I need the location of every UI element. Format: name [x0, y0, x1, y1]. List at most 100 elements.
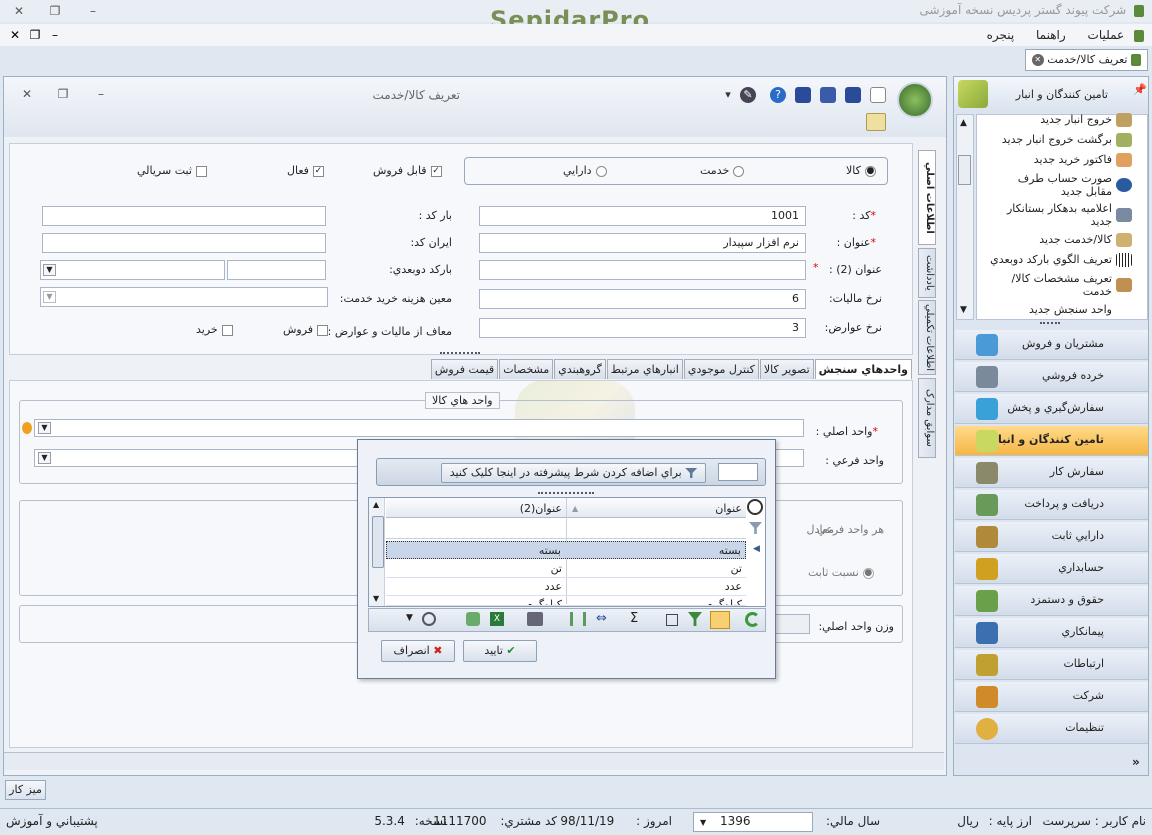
radio-asset[interactable]: دارايي — [563, 164, 607, 177]
sum-icon[interactable]: Σ — [630, 611, 638, 626]
radio-fixed-ratio[interactable]: ●نسبت ثابت — [808, 566, 874, 579]
scroll-thumb[interactable] — [372, 516, 384, 568]
tree-item[interactable]: واحد سنجش جديد — [990, 303, 1112, 319]
nav-company[interactable]: شرکت — [955, 682, 1148, 712]
desk-tab[interactable]: ميز کار — [5, 780, 46, 800]
splitter-grip[interactable] — [538, 492, 594, 495]
minimize-child-button[interactable]: – — [46, 28, 64, 42]
menu-operations[interactable]: عملیات — [1088, 28, 1125, 42]
filter-row[interactable] — [386, 519, 746, 539]
export-icon[interactable] — [466, 612, 480, 626]
barcode-input[interactable] — [42, 206, 326, 226]
dropdown-arrow-icon[interactable]: ▾ — [720, 87, 736, 103]
save-close-icon[interactable] — [820, 87, 836, 103]
tree-scrollbar[interactable] — [956, 114, 974, 320]
barcode2d-input[interactable] — [227, 260, 326, 280]
expand-panel-icon[interactable]: » — [1132, 755, 1140, 769]
tab-units[interactable]: واحدهاي سنجش — [814, 359, 912, 379]
excel-icon[interactable]: X — [490, 612, 504, 626]
dropdown-arrow-icon[interactable]: ▼ — [43, 291, 56, 303]
help-icon[interactable]: ? — [770, 87, 786, 103]
tree-item[interactable]: تعريف الگوي بارکد دوبعدي — [990, 253, 1132, 267]
tree-item[interactable]: تعريف مشخصات کالا/خدمت — [990, 272, 1132, 298]
nav-distribution[interactable]: سفارش‌گيري و پخش — [955, 394, 1148, 424]
tab-sale-price[interactable]: قيمت فروش — [430, 359, 499, 379]
form-minimize-button[interactable]: – — [92, 87, 110, 101]
table-row[interactable]: کيلوگرم کيلوگرم — [386, 596, 746, 606]
nav-fixed-assets[interactable]: دارايي ثابت — [955, 522, 1148, 552]
lookup-quick-search[interactable] — [718, 463, 758, 481]
scroll-up-icon[interactable]: ▲ — [960, 118, 967, 128]
tree-item[interactable]: خروج انبار جديد — [990, 113, 1132, 127]
nav-work-order[interactable]: سفارش کار — [955, 458, 1148, 488]
title-input[interactable]: نرم افزار سپيدار — [479, 233, 806, 253]
checkbox-exempt-sale[interactable]: فروش — [283, 323, 329, 336]
tab-specs[interactable]: مشخصات — [499, 359, 554, 379]
fiscal-year-select[interactable]: ▼ 1396 — [693, 812, 813, 832]
tab-warehouses[interactable]: انبارهاي مرتبط — [606, 359, 683, 379]
tab-grouping[interactable]: گروهبندي — [554, 359, 606, 379]
scroll-down-icon[interactable]: ▼ — [960, 305, 967, 315]
close-child-button[interactable]: ✕ — [6, 28, 24, 42]
nav-payroll[interactable]: حقوق و دستمزد — [955, 586, 1148, 616]
checkbox-active[interactable]: ✓فعال — [287, 164, 324, 177]
close-tab-icon[interactable]: ✕ — [1031, 54, 1044, 66]
doc-tab[interactable]: تعریف کالا/خدمت ✕ — [1024, 49, 1148, 71]
table-row[interactable]: بسته بسته — [386, 541, 746, 559]
nav-treasury[interactable]: دريافت و پرداخت — [955, 490, 1148, 520]
side-tab-main-info[interactable]: اطلاعات اصلي — [918, 150, 936, 245]
main-unit-select[interactable] — [34, 419, 804, 437]
menu-window[interactable]: پنجره — [987, 28, 1015, 42]
pin-icon[interactable]: 📌 — [1133, 83, 1147, 96]
scroll-down-icon[interactable]: ▼ — [373, 594, 379, 603]
tools-icon[interactable]: ✎ — [740, 87, 756, 103]
menu-help[interactable]: راهنما — [1036, 28, 1066, 42]
group-icon[interactable] — [666, 614, 678, 626]
side-tab-records[interactable]: سوابق مدارک — [918, 378, 936, 458]
nav-contracting[interactable]: پيمانکاري — [955, 618, 1148, 648]
service-cost-select[interactable] — [40, 287, 328, 307]
table-row[interactable]: عدد عدد — [386, 578, 746, 596]
checkbox-exempt-buy[interactable]: خريد — [196, 323, 233, 336]
column-title[interactable]: عنوان — [715, 502, 742, 515]
fit-columns-icon[interactable]: ⇔ — [596, 611, 607, 626]
splitter-grip[interactable] — [440, 352, 480, 355]
nav-communications[interactable]: ارتباطات — [955, 650, 1148, 680]
support-link[interactable]: پشتيباني و آموزش — [6, 814, 98, 828]
iran-code-input[interactable] — [42, 233, 326, 253]
nav-retail[interactable]: خرده فروشي — [955, 362, 1148, 392]
cancel-button[interactable]: ✖ انصراف — [381, 640, 455, 662]
save-icon[interactable] — [795, 87, 811, 103]
dropdown-arrow-icon[interactable]: ▼ — [43, 264, 56, 276]
tree-item[interactable]: صورت حساب طرف مقابل جديد — [990, 172, 1132, 198]
dropdown-arrow-icon[interactable]: ▼ — [38, 422, 51, 434]
filter-on-icon[interactable] — [710, 611, 730, 629]
minimize-app-button[interactable]: – — [84, 4, 102, 18]
checkbox-serial[interactable]: ثبت سريالي — [137, 164, 207, 177]
main-weight-input[interactable] — [770, 614, 810, 634]
tree-item[interactable]: فاکتور خريد جديد — [990, 153, 1132, 167]
nav-suppliers[interactable]: تامين کنندگان و انبار — [955, 426, 1148, 456]
restore-app-button[interactable]: ❐ — [46, 4, 64, 18]
splitter-grip[interactable] — [1040, 322, 1060, 325]
tax-rate-input[interactable]: 6 — [479, 289, 806, 309]
tab-image[interactable]: تصوير کالا — [759, 359, 814, 379]
save-new-icon[interactable] — [845, 87, 861, 103]
dropdown-arrow-icon[interactable]: ▼ — [406, 613, 413, 623]
form-close-button[interactable]: ✕ — [18, 87, 36, 101]
new-icon[interactable] — [870, 87, 886, 103]
nav-sales[interactable]: مشتريان و فروش — [955, 330, 1148, 360]
print-icon[interactable] — [527, 612, 543, 626]
table-row[interactable]: تن تن — [386, 560, 746, 578]
radio-service[interactable]: خدمت — [700, 164, 745, 177]
side-tab-extra-info[interactable]: اطلاعات تکميلي — [918, 300, 936, 375]
columns-icon[interactable] — [570, 612, 586, 626]
nav-accounting[interactable]: حسابداري — [955, 554, 1148, 584]
nav-settings[interactable]: تنظيمات — [955, 714, 1148, 744]
side-tab-notes[interactable]: يادداشت — [918, 248, 936, 298]
scroll-thumb[interactable] — [958, 155, 971, 185]
tab-stock-control[interactable]: کنترل موجودي — [683, 359, 759, 379]
checkbox-saleable[interactable]: ✓قابل فروش — [373, 164, 442, 177]
restore-child-button[interactable]: ❐ — [26, 28, 44, 42]
title2-input[interactable] — [479, 260, 806, 280]
